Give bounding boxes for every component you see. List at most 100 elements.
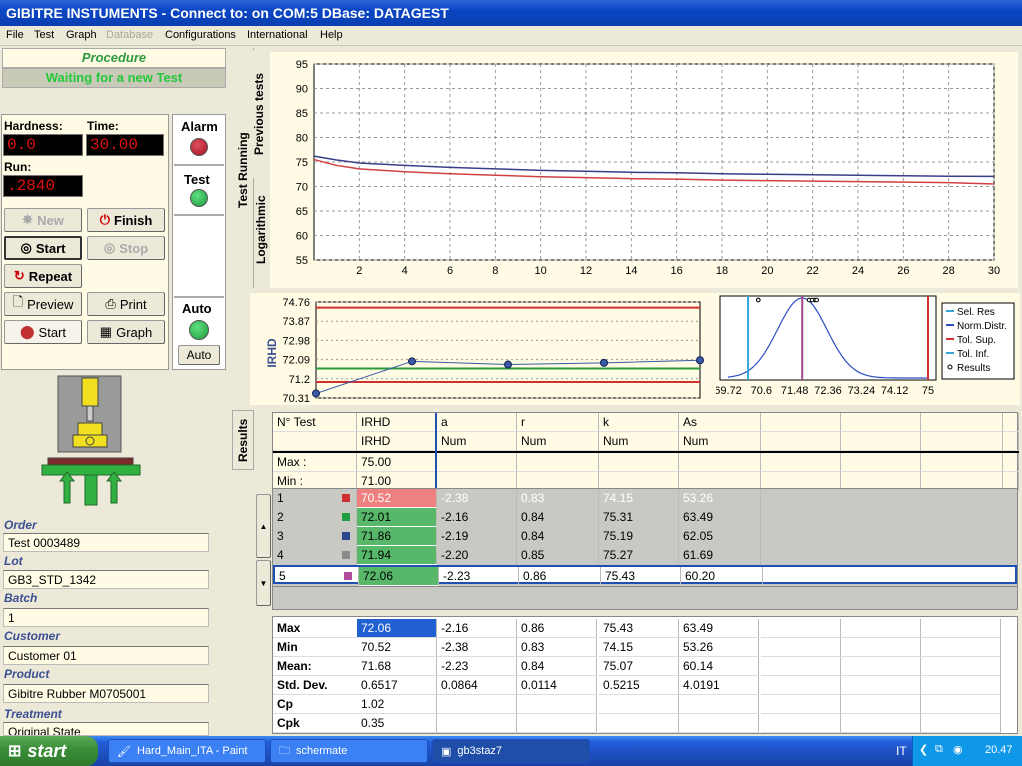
max-limit-value: 75.00 xyxy=(357,453,437,472)
x-tick-label: 26 xyxy=(897,265,909,277)
column-header: k xyxy=(599,413,679,432)
procedure-title: Procedure xyxy=(2,48,226,68)
empty-cell xyxy=(761,638,841,657)
x-tick-label: 22 xyxy=(807,265,819,277)
y-tick-label: 73.87 xyxy=(282,316,310,328)
row-color-swatch xyxy=(342,532,350,540)
finish-button[interactable]: ⏻ Finish xyxy=(87,208,165,232)
irhd-cell: 70.52 xyxy=(357,489,437,508)
preview-icon: 🗋 xyxy=(12,294,24,309)
run-label: Run: xyxy=(4,160,32,174)
repeat-button[interactable]: ↻ Repeat xyxy=(4,264,82,288)
graph-button[interactable]: ▦ Graph xyxy=(87,320,165,344)
empty-cell xyxy=(921,657,1001,676)
tray-arrow-icon[interactable]: ❮ xyxy=(919,743,928,756)
menu-help[interactable]: Help xyxy=(320,29,343,41)
table-row[interactable]: 5 72.06 -2.23 0.86 75.43 60.20 xyxy=(273,565,1017,586)
k-cell: 75.31 xyxy=(599,508,679,527)
stats-value: 71.68 xyxy=(357,657,437,676)
empty-cell xyxy=(921,619,1001,638)
volume-icon[interactable]: ◉ xyxy=(953,743,963,756)
menu-graph[interactable]: Graph xyxy=(66,29,97,41)
result-marker xyxy=(814,297,819,303)
empty-cell xyxy=(841,714,921,733)
r-cell: 0.85 xyxy=(517,546,599,565)
result-marker xyxy=(809,297,815,303)
empty-cell xyxy=(841,657,921,676)
menu-test[interactable]: Test xyxy=(34,29,54,41)
result-marker xyxy=(756,297,761,303)
r-cell: 0.86 xyxy=(519,567,601,586)
language-indicator[interactable]: IT xyxy=(896,744,907,758)
treatment-field[interactable]: Original State xyxy=(3,722,209,736)
stats-value xyxy=(679,695,759,714)
lot-field[interactable]: GB3_STD_1342 xyxy=(3,570,209,589)
customer-field[interactable]: Customer 01 xyxy=(3,646,209,665)
scroll-down-button[interactable]: ▼ xyxy=(256,560,271,606)
start-button[interactable]: ◎ Start xyxy=(4,236,82,260)
table-bottom-divider xyxy=(273,586,1017,587)
r-cell: 0.84 xyxy=(517,527,599,546)
start2-button[interactable]: ⬤ Start xyxy=(4,320,82,344)
table-row[interactable]: 4 71.94 -2.20 0.85 75.27 61.69 xyxy=(273,546,1017,565)
tab-test-running[interactable]: Test Running xyxy=(234,110,252,230)
start-menu-button[interactable]: ⊞ start xyxy=(0,736,98,766)
stop-button[interactable]: ◎ Stop xyxy=(87,236,165,260)
as-cell: 61.69 xyxy=(679,546,761,565)
scroll-up-button[interactable]: ▲ xyxy=(256,494,271,558)
x-tick-label: 10 xyxy=(535,265,547,277)
order-field[interactable]: Test 0003489 xyxy=(3,533,209,552)
y-tick-label: 72.09 xyxy=(282,355,310,367)
new-button[interactable]: ✸ New xyxy=(4,208,82,232)
table-row[interactable]: 2 72.01 -2.16 0.84 75.31 63.49 xyxy=(273,508,1017,527)
x-tick-label: 72.36 xyxy=(814,385,842,397)
start-icon: ◎ xyxy=(20,240,32,255)
x-tick-label: 71.48 xyxy=(781,385,809,397)
menu-international[interactable]: International xyxy=(247,29,308,41)
tab-logarithmic[interactable]: Logarithmic xyxy=(252,180,270,280)
window-title: GIBITRE INSTUMENTS - Connect to: on COM:… xyxy=(0,0,1022,26)
empty-cell xyxy=(1003,453,1019,472)
stats-value: 75.07 xyxy=(599,657,679,676)
y-tick-label: 71.2 xyxy=(289,374,310,386)
stats-value: 53.26 xyxy=(679,638,759,657)
table-row[interactable]: 3 71.86 -2.19 0.84 75.19 62.05 xyxy=(273,527,1017,546)
print-button[interactable]: ⎙ Print xyxy=(87,292,165,316)
network-icon[interactable]: ⧉ xyxy=(935,743,943,756)
empty-cell xyxy=(921,695,1001,714)
stats-value: 70.52 xyxy=(357,638,437,657)
taskbar-item-folder[interactable]: 🗀 schermate xyxy=(270,739,428,763)
product-field[interactable]: Gibitre Rubber M0705001 xyxy=(3,684,209,703)
a-cell: -2.23 xyxy=(439,567,519,586)
menu-configurations[interactable]: Configurations xyxy=(165,29,236,41)
stats-value: 4.0191 xyxy=(679,676,759,695)
x-tick-label: 73.24 xyxy=(848,385,876,397)
irhd-point xyxy=(600,358,608,367)
preview-button[interactable]: 🗋 Preview xyxy=(4,292,82,316)
k-cell: 75.43 xyxy=(601,567,681,586)
as-cell: 53.26 xyxy=(679,489,761,508)
row-number: 2 xyxy=(273,508,357,527)
auto-led xyxy=(189,320,209,340)
x-tick-label: 12 xyxy=(580,265,592,277)
tab-previous-tests[interactable]: Previous tests xyxy=(250,50,268,178)
system-tray: ❮ ⧉ ◉ 20.47 xyxy=(912,736,1022,766)
irhd-cell: 71.86 xyxy=(357,527,437,546)
taskbar-item-paint[interactable]: 🖌 Hard_Main_ITA - Paint xyxy=(108,739,266,763)
taskbar-item-app[interactable]: ▣ gb3staz7 xyxy=(432,739,590,763)
stats-value: 0.6517 xyxy=(357,676,437,695)
stats-label: Std. Dev. xyxy=(273,676,357,695)
y-axis-label: IRHD xyxy=(265,338,279,368)
max-limit-label: Max : xyxy=(273,453,357,472)
y-tick-label: 85 xyxy=(296,108,308,120)
y-tick-label: 90 xyxy=(296,84,308,96)
batch-field[interactable]: 1 xyxy=(3,608,209,627)
column-unit xyxy=(273,432,357,451)
table-row[interactable]: 1 70.52 -2.38 0.83 74.15 53.26 xyxy=(273,489,1017,508)
menu-file[interactable]: File xyxy=(6,29,24,41)
auto-button[interactable]: Auto xyxy=(178,345,220,365)
stats-label: Min xyxy=(273,638,357,657)
legend-label: Sel. Res xyxy=(957,307,995,318)
stats-value: -2.38 xyxy=(437,638,517,657)
tab-results[interactable]: Results xyxy=(232,410,254,470)
